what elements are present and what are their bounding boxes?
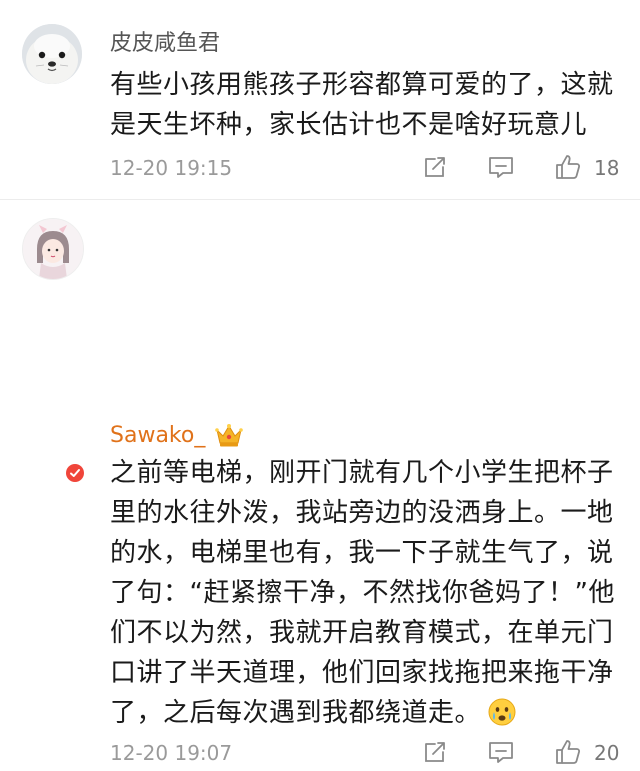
comment-icon[interactable] xyxy=(486,152,516,182)
seal-avatar-image xyxy=(22,24,82,84)
avatar[interactable] xyxy=(22,218,84,280)
comment-footer: 12-20 19:07 20 xyxy=(0,735,640,771)
timestamp: 12-20 19:07 xyxy=(110,741,233,765)
comment-icon[interactable] xyxy=(486,737,516,767)
avatar[interactable] xyxy=(22,24,82,84)
share-icon[interactable] xyxy=(420,152,450,182)
share-icon[interactable] xyxy=(420,737,450,767)
anime-girl-avatar-image xyxy=(23,219,83,279)
comment-text-body: 之前等电梯，刚开门就有几个小学生把杯子里的水往外泼，我站旁边的没洒身上。一地的水… xyxy=(110,458,615,728)
comment-text: 有些小孩用熊孩子形容都算可爱的了，这就是天生坏种，家长估计也不是啥好玩意儿 xyxy=(110,70,614,140)
like-count: 20 xyxy=(594,741,620,765)
comment-text: 之前等电梯，刚开门就有几个小学生把杯子里的水往外泼，我站旁边的没洒身上。一地的水… xyxy=(110,453,625,733)
crown-icon xyxy=(214,421,244,449)
vip-badge xyxy=(64,462,86,484)
timestamp: 12-20 19:15 xyxy=(110,156,233,180)
username[interactable]: Sawako_ xyxy=(110,422,205,450)
username[interactable]: 皮皮咸鱼君 xyxy=(110,30,220,58)
thumbs-up-icon[interactable] xyxy=(553,737,583,767)
thumbs-up-icon[interactable] xyxy=(553,152,583,182)
comment-item: 皮皮咸鱼君 有些小孩用熊孩子形容都算可爱的了，这就是天生坏种，家长估计也不是啥好… xyxy=(0,0,640,200)
crying-face-icon xyxy=(487,697,517,727)
comment-item: Sawako_ 之前等电梯，刚开门就有几个小学生把杯子里的水往外泼，我站旁边的没… xyxy=(0,200,640,765)
like-count: 18 xyxy=(594,156,620,180)
comment-footer: 12-20 19:15 18 xyxy=(0,150,640,186)
